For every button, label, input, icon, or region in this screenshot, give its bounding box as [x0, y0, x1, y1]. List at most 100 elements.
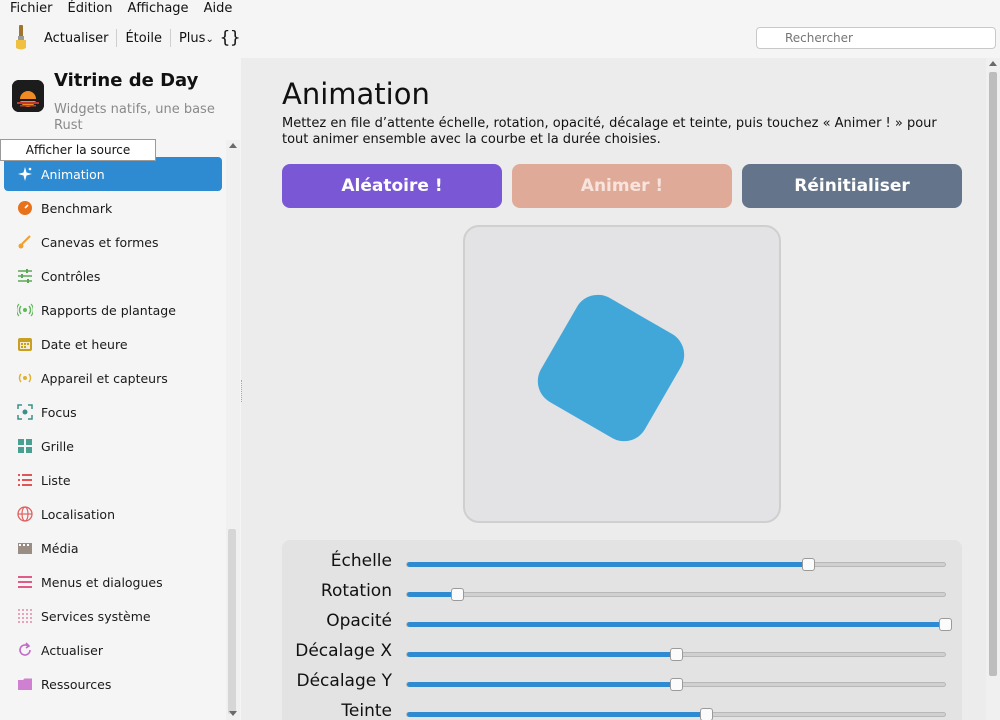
sensor-icon — [17, 370, 33, 386]
slider-knob[interactable] — [670, 678, 683, 691]
app-logo — [12, 80, 44, 112]
menu-fichier[interactable]: Fichier — [0, 0, 53, 18]
slider-track[interactable] — [406, 648, 946, 661]
sidebar-item-label: Date et heure — [41, 336, 128, 352]
sidebar-item-label: Contrôles — [41, 268, 101, 284]
sidebar: Vitrine de Day Widgets natifs, une base … — [0, 58, 241, 720]
sidebar-item-label: Média — [41, 540, 79, 556]
sidebar-scrollbar-thumb[interactable] — [228, 529, 236, 714]
slider-knob[interactable] — [939, 618, 952, 631]
slider-knob[interactable] — [700, 708, 714, 720]
sidebar-item-broadcast[interactable]: Rapports de plantage — [4, 293, 222, 327]
calendar-icon — [17, 336, 33, 352]
refresh-icon — [17, 642, 33, 658]
random-button[interactable]: Aléatoire ! — [282, 164, 502, 208]
page-title: Animation — [282, 77, 430, 111]
control-row: Rotation — [282, 578, 962, 608]
app-title: Vitrine de Day — [54, 70, 199, 91]
menu-affichage[interactable]: Affichage — [117, 0, 188, 18]
gauge-icon — [17, 200, 33, 216]
control-row: Opacité — [282, 608, 962, 638]
slider-fill — [407, 592, 458, 597]
source-code-button[interactable]: {} — [220, 28, 240, 48]
sidebar-item-label: Focus — [41, 404, 77, 420]
sidebar-item-menu[interactable]: Menus et dialogues — [4, 565, 222, 599]
sidebar-item-brush[interactable]: Canevas et formes — [4, 225, 222, 259]
animation-stage — [463, 225, 781, 523]
app-subtitle: Widgets natifs, une base Rust — [54, 102, 215, 133]
slider-knob[interactable] — [801, 558, 815, 571]
menu-aide[interactable]: Aide — [194, 0, 233, 18]
sidebar-item-refresh[interactable]: Actualiser — [4, 633, 222, 667]
slider-knob[interactable] — [670, 648, 683, 661]
broadcast-icon — [16, 302, 34, 318]
more-label: Plus — [178, 30, 206, 46]
sliders-icon — [17, 268, 33, 284]
more-button[interactable]: Plus⌄ — [171, 31, 216, 46]
sidebar-item-dots-grid[interactable]: Services système — [4, 599, 222, 633]
sidebar-item-label: Menus et dialogues — [41, 574, 163, 590]
grid-icon — [17, 438, 33, 454]
show-source-button[interactable]: Afficher la source — [0, 139, 156, 161]
reset-button[interactable]: Réinitialiser — [742, 164, 962, 208]
slider-track[interactable] — [406, 618, 952, 631]
sidebar-item-globe[interactable]: Localisation — [4, 497, 222, 531]
control-label: Opacité — [326, 611, 392, 631]
sidebar-item-list[interactable]: Liste — [4, 463, 222, 497]
scroll-down-arrow-icon[interactable] — [229, 711, 237, 716]
slider-track[interactable] — [406, 678, 946, 691]
dots-grid-icon — [17, 608, 33, 624]
folder-icon — [17, 676, 33, 692]
animation-controls: Échelle Rotation Opacité Décalage X Décalage… — [282, 540, 962, 720]
control-label: Décalage Y — [296, 671, 393, 691]
sidebar-item-grid[interactable]: Grille — [4, 429, 222, 463]
brush-icon — [17, 234, 33, 250]
sidebar-item-label: Services système — [41, 608, 151, 624]
slider-track[interactable] — [406, 708, 946, 720]
slider-track[interactable] — [406, 558, 946, 571]
menubar: Fichier Édition Affichage Aide — [0, 0, 1000, 18]
sidebar-item-folder[interactable]: Ressources — [4, 667, 222, 701]
scroll-up-arrow-icon[interactable] — [989, 61, 997, 66]
globe-icon — [17, 506, 33, 522]
control-row: Décalage X — [282, 638, 962, 668]
refresh-button[interactable]: Actualiser — [36, 31, 116, 46]
search-input[interactable] — [756, 27, 996, 49]
slider-fill — [407, 652, 676, 657]
scroll-up-arrow-icon[interactable] — [229, 143, 237, 148]
star-button[interactable]: Étoile — [117, 31, 170, 46]
menu-edition[interactable]: Édition — [58, 0, 113, 18]
list-icon — [17, 472, 33, 488]
sidebar-item-label: Rapports de plantage — [41, 302, 176, 318]
sidebar-item-sparkle[interactable]: Animation — [4, 157, 222, 191]
toolbar: Actualiser Étoile Plus⌄ {} — [0, 18, 1000, 58]
sidebar-item-label: Actualiser — [41, 642, 103, 658]
paintbrush-icon — [6, 23, 36, 53]
sidebar-nav: Animation Benchmark Canevas et formes Contr… — [0, 142, 226, 701]
sidebar-scrollbar[interactable] — [226, 140, 240, 720]
sidebar-item-label: Animation — [41, 166, 105, 182]
animate-button[interactable]: Animer ! — [512, 164, 732, 208]
sidebar-item-label: Localisation — [41, 506, 115, 522]
control-label: Teinte — [341, 701, 392, 720]
main-panel: Animation Mettez en file d’attente échel… — [243, 58, 986, 720]
slider-fill — [407, 712, 707, 717]
sidebar-item-gauge[interactable]: Benchmark — [4, 191, 222, 225]
slider-fill — [407, 622, 945, 627]
sidebar-item-sliders[interactable]: Contrôles — [4, 259, 222, 293]
sidebar-item-film[interactable]: Média — [4, 531, 222, 565]
sidebar-item-label: Appareil et capteurs — [41, 370, 168, 386]
slider-knob[interactable] — [451, 588, 465, 601]
sparkle-icon — [17, 166, 33, 182]
sidebar-item-sensor[interactable]: Appareil et capteurs — [4, 361, 222, 395]
focus-icon — [17, 404, 33, 420]
control-row: Décalage Y — [282, 668, 962, 698]
sidebar-item-label: Grille — [41, 438, 74, 454]
sidebar-item-focus[interactable]: Focus — [4, 395, 222, 429]
main-scrollbar-thumb[interactable] — [989, 72, 997, 676]
control-label: Rotation — [320, 581, 392, 601]
sidebar-item-label: Liste — [41, 472, 71, 488]
main-scrollbar[interactable] — [986, 58, 1000, 720]
slider-track[interactable] — [406, 588, 946, 601]
sidebar-item-calendar[interactable]: Date et heure — [4, 327, 222, 361]
